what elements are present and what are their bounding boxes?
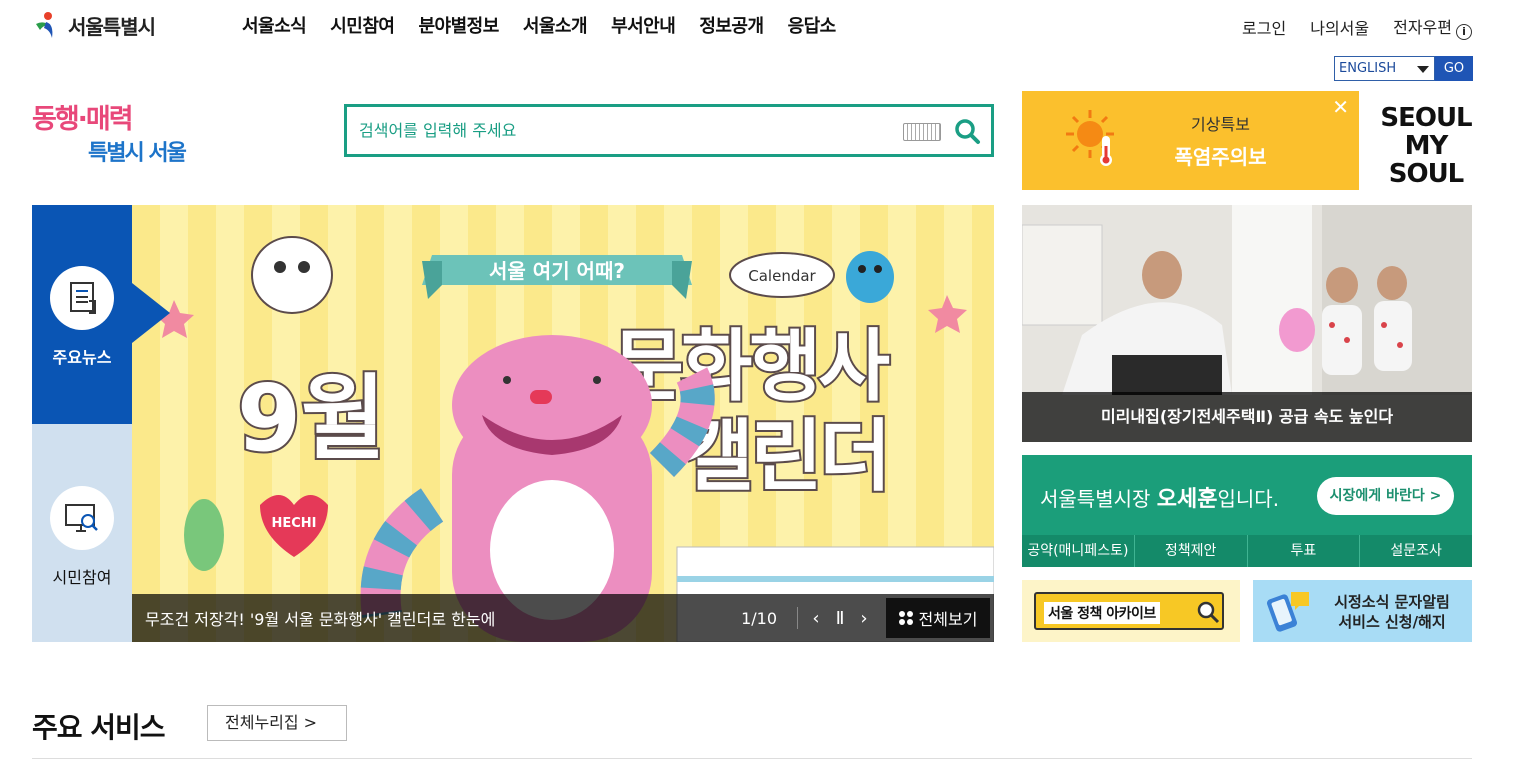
tab-main-news[interactable]: 주요뉴스: [32, 205, 132, 424]
banner-hechi-tag: HECHI: [271, 516, 316, 531]
weather-alert-title: 기상특보: [1191, 115, 1250, 134]
nav-item-departments[interactable]: 부서안내: [611, 12, 676, 38]
view-all-button[interactable]: 전체보기: [886, 598, 990, 638]
sms-service-text: 시정소식 문자알림 서비스 신청/해지: [1317, 592, 1467, 632]
my-seoul-link[interactable]: 나의서울: [1310, 15, 1369, 39]
search-input[interactable]: [359, 107, 899, 154]
tab-citizen-participation[interactable]: 시민참여: [32, 424, 132, 642]
info-icon[interactable]: i: [1456, 24, 1472, 40]
tab-icon-circle: [50, 486, 114, 550]
tab-label-main-news: 주요뉴스: [52, 348, 112, 367]
mayor-title-suffix: 입니다.: [1217, 487, 1280, 511]
language-selector: ENGLISH GO: [1334, 56, 1473, 81]
search-box: [344, 104, 994, 157]
language-selected: ENGLISH: [1339, 61, 1397, 76]
banner-bubble-text: 서울 여기 어때?: [489, 259, 625, 283]
search-icon[interactable]: [953, 117, 981, 145]
ask-mayor-button[interactable]: 시장에게 바란다 >: [1317, 477, 1454, 515]
chevron-left-icon[interactable]: ‹: [804, 608, 828, 629]
chevron-right-icon[interactable]: ›: [852, 608, 876, 629]
tab-active-arrow: [132, 283, 170, 343]
utility-menu: 로그인 나의서울 전자우편 i: [1242, 14, 1472, 40]
mayor-box: 서울특별시장 오세훈입니다. 시장에게 바란다 > 공약(매니페스토) 정책제안…: [1022, 455, 1472, 567]
main-nav: 서울소식 시민참여 분야별정보 서울소개 부서안내 정보공개 응답소: [242, 12, 836, 38]
banner-headline1: 문화행사: [612, 322, 889, 412]
photo-news-caption: 미리내집(장기전세주택Ⅱ) 공급 속도 높인다: [1022, 392, 1472, 442]
archive-label: 서울 정책 아카이브: [1044, 602, 1160, 624]
nav-item-about-seoul[interactable]: 서울소개: [523, 12, 588, 38]
banner-headline2: 캘린더: [682, 412, 888, 502]
banner-caption-bar: 무조건 저장각! '9월 서울 문화행사' 캘린더로 한눈에 1/10 ‹ Ⅱ …: [132, 594, 994, 642]
slogan-line2: 특별시 서울: [88, 141, 187, 166]
seoul-logo-icon: [36, 12, 53, 38]
close-icon[interactable]: ✕: [1332, 95, 1349, 119]
main-services-title: 주요 서비스: [32, 711, 166, 744]
banner-calendar-label: Calendar: [748, 267, 816, 285]
mayor-tab-vote[interactable]: 투표: [1248, 535, 1361, 567]
mayor-title: 서울특별시장 오세훈입니다.: [1040, 481, 1279, 513]
search-icon: [1197, 601, 1220, 624]
banner-pager: 1/10: [741, 608, 777, 628]
email-link-wrap[interactable]: 전자우편 i: [1393, 14, 1472, 40]
phone-message-icon: [1266, 592, 1309, 632]
policy-archive-banner[interactable]: 서울 정책 아카이브: [1022, 580, 1240, 642]
divider: [32, 758, 1472, 759]
language-select[interactable]: ENGLISH: [1334, 56, 1435, 81]
seoul-logo[interactable]: 서울특별시: [32, 8, 156, 42]
weather-alert-banner[interactable]: 기상특보 폭염주의보 ✕: [1022, 91, 1359, 190]
banner-month: 9월: [237, 365, 386, 472]
mayor-title-prefix: 서울특별시장: [1040, 487, 1151, 511]
monitor-search-icon: [65, 504, 98, 532]
logo-text: 서울특별시: [68, 14, 156, 39]
brand-line1: SEOUL: [1380, 103, 1472, 133]
banner-illustration: 서울 여기 어때? Calendar 9월 문화행사 캘린더 HECHI: [155, 236, 994, 642]
all-sites-button[interactable]: 전체누리집 >: [207, 705, 347, 741]
seoul-my-soul-logo[interactable]: SEOUL MY SOUL: [1378, 103, 1474, 188]
tab-icon-circle: [50, 266, 114, 330]
nav-item-citizen-participation[interactable]: 시민참여: [330, 12, 395, 38]
email-link[interactable]: 전자우편: [1393, 18, 1452, 37]
nav-item-seoul-news[interactable]: 서울소식: [242, 12, 307, 38]
caret-down-icon: [1417, 66, 1429, 73]
photo-news-card[interactable]: 미리내집(장기전세주택Ⅱ) 공급 속도 높인다: [1022, 205, 1472, 442]
mayor-name: 오세훈: [1156, 487, 1218, 512]
nav-item-field-info[interactable]: 분야별정보: [419, 12, 500, 38]
language-go-button[interactable]: GO: [1435, 56, 1473, 81]
slogan-logo[interactable]: 동행·매력 특별시 서울: [30, 96, 205, 168]
mayor-tab-policy-proposal[interactable]: 정책제안: [1135, 535, 1248, 567]
nav-item-info-disclosure[interactable]: 정보공개: [699, 12, 764, 38]
grid-dots-icon: [898, 611, 913, 625]
weather-alert-value: 폭염주의보: [1174, 145, 1267, 169]
login-link[interactable]: 로그인: [1242, 15, 1286, 39]
sms-line2: 서비스 신청/해지: [1338, 613, 1446, 631]
brand-line2: MY SOUL: [1388, 131, 1465, 189]
sms-line1: 시정소식 문자알림: [1334, 593, 1450, 611]
slogan-line1: 동행·매력: [32, 104, 132, 135]
pause-icon[interactable]: Ⅱ: [828, 608, 852, 629]
mayor-tab-survey[interactable]: 설문조사: [1360, 535, 1472, 567]
keyboard-icon[interactable]: [903, 123, 941, 141]
newspaper-icon: [70, 282, 96, 314]
nav-item-eungdapso[interactable]: 응답소: [788, 12, 837, 38]
tab-label-citizen-participation: 시민참여: [52, 568, 112, 587]
divider: [797, 607, 798, 629]
banner-caption[interactable]: 무조건 저장각! '9월 서울 문화행사' 캘린더로 한눈에: [145, 606, 741, 630]
mayor-tabs: 공약(매니페스토) 정책제안 투표 설문조사: [1022, 535, 1472, 567]
view-all-label: 전체보기: [918, 610, 978, 629]
main-visual-tabs: 주요뉴스 시민참여: [32, 205, 170, 642]
main-banner-slide[interactable]: 서울 여기 어때? Calendar 9월 문화행사 캘린더 HECHI 무조건…: [132, 205, 994, 642]
archive-box: 서울 정책 아카이브: [1034, 592, 1224, 630]
mayor-tab-manifesto[interactable]: 공약(매니페스토): [1022, 535, 1135, 567]
sms-service-banner[interactable]: 시정소식 문자알림 서비스 신청/해지: [1253, 580, 1472, 642]
